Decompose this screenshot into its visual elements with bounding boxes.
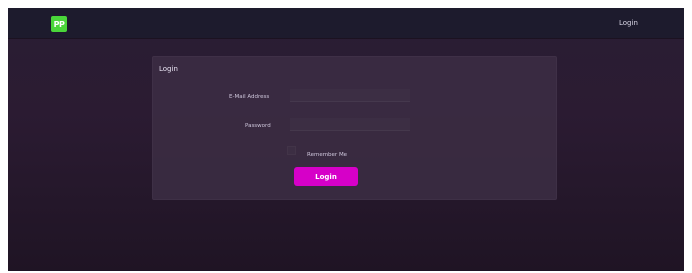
remember-me-checkbox[interactable] [287,146,296,155]
card-title: Login [159,65,178,73]
login-card: Login E-Mail Address Password Remember M… [152,56,557,200]
remember-me-label: Remember Me [307,152,348,158]
top-navbar: PP Login [8,8,684,38]
page: PP Login Login E-Mail Address Password R… [0,0,692,273]
nav-login-link[interactable]: Login [619,19,638,27]
logo[interactable]: PP [51,16,67,32]
app-container: PP Login Login E-Mail Address Password R… [8,8,684,271]
password-field[interactable] [290,118,410,131]
password-label: Password [245,123,271,129]
email-field[interactable] [290,89,410,102]
login-button[interactable]: Login [294,167,358,186]
email-label: E-Mail Address [229,94,270,100]
